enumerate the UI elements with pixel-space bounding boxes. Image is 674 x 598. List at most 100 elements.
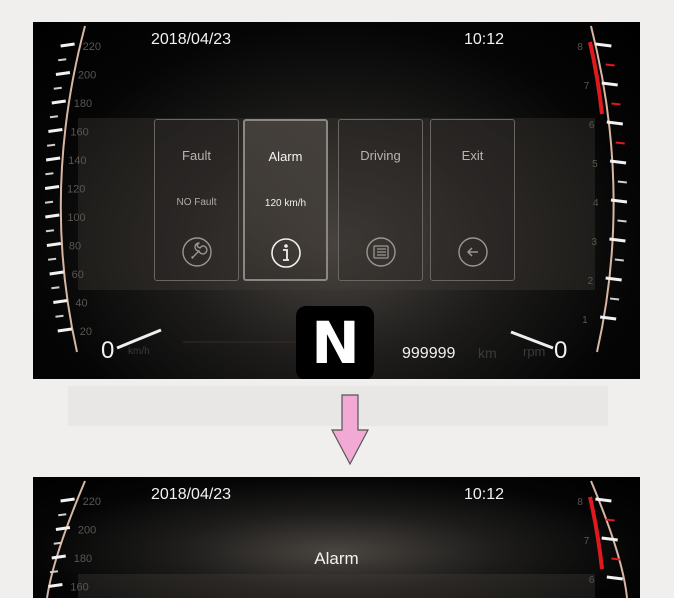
- speed-tick-label: 180: [74, 98, 92, 110]
- time-display: 10:12: [464, 31, 505, 48]
- speed-tick-label: 200: [78, 70, 96, 82]
- speed-minor-tick: [44, 200, 54, 204]
- speed-tick: [49, 270, 64, 276]
- back-arrow-icon: [457, 237, 488, 267]
- rpm-minor-tick: [611, 102, 621, 106]
- speed-tick-label: 200: [78, 525, 96, 537]
- speed-value: 0: [101, 337, 114, 364]
- rpm-tick: [599, 315, 617, 321]
- rpm-tick: [609, 159, 627, 165]
- speed-minor-tick: [55, 314, 64, 318]
- speed-minor-tick: [47, 257, 57, 261]
- speed-tick: [60, 42, 75, 48]
- rpm-tick-label: 6: [589, 120, 595, 131]
- gauge-overlay-bottom: 220200180160876: [46, 480, 628, 598]
- speed-tick: [60, 497, 75, 503]
- odometer-unit: km: [478, 345, 497, 361]
- speed-minor-tick: [51, 286, 60, 290]
- speed-tick-label: 220: [83, 496, 101, 508]
- menu-card-title: Exit: [461, 148, 484, 163]
- speed-tick: [44, 185, 60, 190]
- menu-card-status: 120 km/h: [264, 198, 307, 209]
- rpm-unit: rpm: [523, 344, 546, 359]
- menu-card-status: NO Fault: [176, 197, 217, 208]
- speed-minor-tick: [45, 172, 54, 176]
- speed-tick-label: 120: [67, 184, 85, 196]
- rpm-tick-label: 3: [591, 237, 597, 248]
- rpm-tick: [606, 120, 624, 126]
- speed-tick-label: 220: [83, 41, 101, 53]
- menu-card-title: Driving: [360, 148, 401, 163]
- menu-card-exit[interactable]: Exit: [430, 119, 515, 281]
- rpm-tick-label: 1: [582, 315, 588, 326]
- menu-card-title: Alarm: [268, 149, 303, 164]
- speed-tick-label: 160: [70, 582, 88, 594]
- rpm-tick: [601, 536, 618, 542]
- speed-tick: [46, 242, 62, 247]
- speed-tick-label: 80: [69, 241, 81, 253]
- instrument-cluster-alarm-screen: 220 200 180 160 8 7 6 2018/04/23 10:12 Alarm: [33, 477, 640, 598]
- date-display: 2018/04/23: [151, 486, 232, 503]
- speed-tick-label: 100: [67, 212, 85, 224]
- speed-tick: [51, 99, 66, 105]
- speed-tick: [55, 526, 71, 531]
- odometer-value: 999999: [402, 345, 456, 362]
- speed-tick: [57, 327, 72, 333]
- menu-card-title: Fault: [182, 148, 211, 163]
- rpm-minor-tick: [605, 63, 615, 67]
- speed-tick-label: 20: [80, 326, 92, 338]
- rpm-tick-label: 5: [592, 159, 598, 170]
- wrench-icon: [181, 237, 212, 267]
- speed-minor-tick: [46, 143, 56, 147]
- rpm-tick: [609, 237, 626, 243]
- menu-card-alarm[interactable]: Alarm 120 km/h: [243, 119, 328, 281]
- rpm-tick: [605, 276, 622, 282]
- rpm-tick-label: 4: [593, 198, 599, 209]
- rpm-value: 0: [554, 337, 567, 364]
- speed-minor-tick: [49, 570, 59, 574]
- rpm-tick-label: 7: [584, 81, 590, 92]
- time-display: 10:12: [464, 486, 505, 503]
- speed-tick: [53, 299, 68, 304]
- speed-tick-label: 40: [75, 298, 87, 310]
- speed-tick-label: 60: [72, 269, 84, 281]
- rpm-tick-label: 8: [577, 42, 583, 53]
- rpm-tick: [595, 497, 612, 503]
- speed-tick-label: 160: [70, 127, 88, 139]
- rpm-minor-tick: [617, 180, 627, 184]
- speed-tick: [45, 156, 61, 162]
- rpm-tick-label: 7: [584, 536, 590, 547]
- speed-tick: [55, 71, 71, 76]
- menu-card-fault[interactable]: Fault NO Fault: [154, 119, 239, 281]
- down-arrow-icon: [331, 394, 369, 466]
- rpm-redline: [588, 41, 604, 115]
- rpm-tick: [610, 198, 628, 204]
- menu-card-driving[interactable]: Driving: [338, 119, 423, 281]
- speed-minor-tick: [58, 58, 67, 62]
- speed-minor-tick: [45, 229, 55, 233]
- rpm-minor-tick: [617, 219, 627, 223]
- rpm-minor-tick: [614, 258, 624, 262]
- rpm-tick-label: 2: [588, 276, 594, 287]
- list-icon: [365, 237, 396, 267]
- rpm-minor-tick: [615, 141, 625, 145]
- rpm-minor-tick: [605, 518, 615, 522]
- rpm-tick-label: 6: [589, 575, 595, 586]
- info-icon: [270, 238, 301, 268]
- speed-unit: km/h: [128, 346, 150, 357]
- instrument-cluster-menu-screen: 220 200 180 160 140 120 100 80 60 40 20 8 7 6 5 4 3 2 1 0 0 …: [33, 22, 640, 379]
- speed-tick-label: 140: [68, 155, 86, 167]
- speed-tick: [45, 213, 60, 219]
- speed-minor-tick: [53, 541, 62, 545]
- speed-minor-tick: [49, 115, 59, 119]
- rpm-tick: [595, 42, 612, 48]
- rpm-minor-tick: [609, 297, 620, 301]
- speed-gauge-bezel: [46, 480, 86, 598]
- rpm-tick: [601, 81, 618, 87]
- rpm-tick-label: 8: [577, 497, 583, 508]
- gear-indicator: N: [296, 306, 374, 379]
- date-display: 2018/04/23: [151, 31, 232, 48]
- speed-tick: [48, 583, 63, 588]
- speed-minor-tick: [58, 513, 67, 517]
- rpm-tick: [606, 575, 624, 581]
